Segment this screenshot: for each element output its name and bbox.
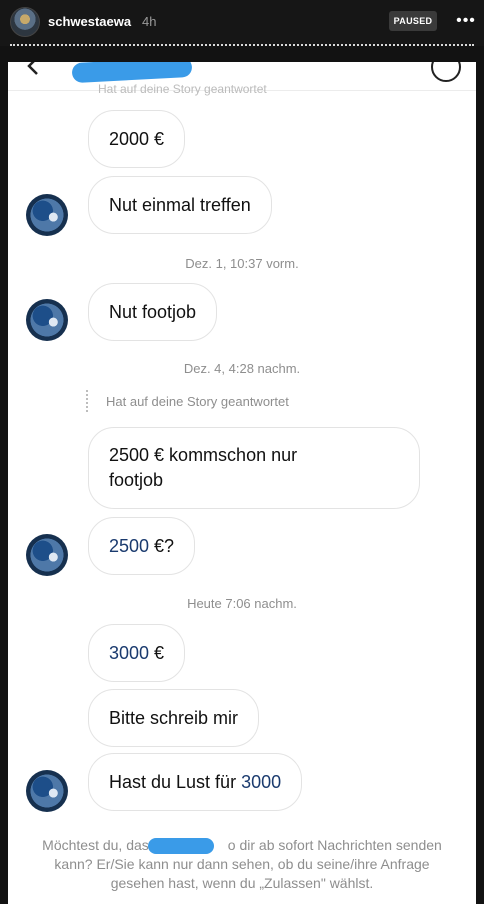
message-text-line: footjob	[109, 470, 164, 490]
number-link[interactable]: 2500	[109, 536, 149, 556]
info-icon[interactable]	[431, 62, 461, 82]
message-request-text: Möchtest du, dass o dir ab sofort Nachric…	[22, 836, 462, 893]
sender-avatar[interactable]	[26, 534, 68, 576]
message-bubble[interactable]: Bitte schreib mir	[88, 689, 260, 747]
story-username[interactable]: schwestaewa	[48, 14, 131, 29]
message-text: Nut footjob	[109, 302, 197, 322]
footer-line: kann? Er/Sie kann nur dann sehen, ob du …	[54, 856, 430, 872]
number-link[interactable]: 3000	[109, 643, 149, 663]
timestamp: Dez. 4, 4:28 nachm.	[183, 361, 301, 376]
story-reply-label: Hat auf deine Story geantwortet	[106, 394, 289, 409]
message-bubble[interactable]: Nut einmal treffen	[88, 176, 272, 234]
redacted-username	[71, 62, 193, 84]
message-text: €?	[149, 536, 175, 556]
faded-story-reply: Hat auf deine Story geantwortet	[98, 82, 267, 96]
more-horizontal-icon[interactable]: •••	[455, 10, 477, 32]
number-link[interactable]: 3000	[241, 772, 281, 792]
sender-avatar[interactable]	[26, 770, 68, 812]
message-text: €	[149, 643, 165, 663]
message-text: Bitte schreib mir	[109, 708, 239, 728]
message-bubble[interactable]: Hast du Lust für 3000	[88, 753, 303, 811]
message-bubble[interactable]: 2000 €	[88, 110, 186, 168]
message-bubble[interactable]: Nut footjob	[88, 283, 218, 341]
story-reply-bar	[86, 390, 88, 412]
back-arrow-icon[interactable]	[22, 62, 46, 78]
chat-screenshot: Hat auf deine Story geantwortet 2000 € N…	[8, 62, 476, 904]
paused-badge: PAUSED	[389, 11, 437, 31]
chat-topbar: Hat auf deine Story geantwortet	[8, 62, 476, 96]
message-bubble[interactable]: 3000 €	[88, 624, 186, 682]
sender-avatar[interactable]	[26, 299, 68, 341]
sender-avatar[interactable]	[26, 194, 68, 236]
timestamp: Heute 7:06 nachm.	[187, 596, 297, 611]
message-text: Nut einmal treffen	[109, 195, 251, 215]
message-bubble[interactable]: 2500 € kommschon nur footjob	[88, 427, 420, 509]
footer-line: o dir ab sofort Nachrichten senden	[227, 837, 442, 853]
message-text: 2000 €	[109, 129, 165, 149]
footer-line: gesehen hast, wenn du „Zulassen" wählst.	[110, 875, 374, 891]
story-time: 4h	[142, 14, 157, 29]
message-text: Hast du Lust für	[109, 772, 242, 792]
story-avatar[interactable]	[10, 7, 40, 37]
message-bubble[interactable]: 2500 €?	[88, 517, 196, 575]
story-progress-bar	[10, 44, 474, 50]
story-header: schwestaewa 4h PAUSED •••	[0, 0, 484, 46]
message-text-line: 2500 € kommschon nur	[109, 445, 298, 465]
timestamp: Dez. 1, 10:37 vorm.	[185, 256, 299, 271]
redacted-username	[148, 838, 214, 854]
footer-line: Möchtest du, dass	[42, 837, 156, 853]
